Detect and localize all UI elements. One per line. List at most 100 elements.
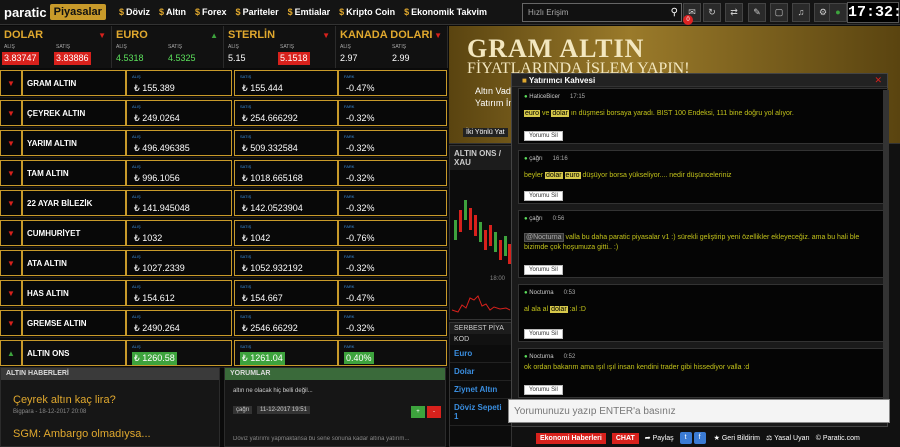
- gold-row[interactable]: ▼ GRAM ALTIN ALIŞ ₺ 155.389 SATIŞ ₺ 155.44…: [0, 68, 448, 98]
- gold-row[interactable]: ▼ HAS ALTIN ALIŞ ₺ 154.612 SATIŞ ₺ 154.667…: [0, 278, 448, 308]
- delete-comment-button[interactable]: Yorumu Sil: [524, 191, 563, 201]
- nav-item-2[interactable]: $ Forex: [195, 7, 227, 17]
- keyword-tag[interactable]: euro: [564, 172, 581, 179]
- serbest-row[interactable]: Ziynet Altın: [450, 381, 511, 399]
- fullscreen-icon[interactable]: ▢: [770, 3, 788, 22]
- satis-label: SATIŞ: [56, 44, 71, 50]
- lira-symbol: ₺: [134, 323, 140, 333]
- keyword-tag[interactable]: dolar: [551, 110, 569, 117]
- share-icon: ➦: [644, 435, 651, 442]
- site-link[interactable]: © Paratic.com: [816, 435, 860, 442]
- feedback-button[interactable]: ★ Geri Bildirim: [714, 434, 760, 442]
- serbest-row[interactable]: Dolar: [450, 363, 511, 381]
- pencil-icon[interactable]: ✎: [748, 3, 766, 22]
- message-text-part: al ala al: [524, 306, 551, 313]
- gold-row[interactable]: ▼ 22 AYAR BİLEZİK ALIŞ ₺ 141.945048 SATIŞ…: [0, 188, 448, 218]
- satis-number: 1261.04: [250, 353, 283, 363]
- search-input[interactable]: Hızlı Erişim ⚲: [522, 3, 682, 22]
- news-title-2[interactable]: SGM: Ambargo olmadıysa...: [1, 418, 219, 440]
- nav-item-6[interactable]: $ Ekonomik Takvim: [404, 7, 487, 17]
- row-fark-cell: FARK -0.47%: [338, 280, 447, 306]
- row-alis-cell: ALIŞ ₺ 496.496385: [126, 130, 232, 156]
- like-button[interactable]: +: [411, 406, 425, 418]
- nav-item-1[interactable]: $ Altın: [159, 7, 186, 17]
- message-time: 17:15: [569, 94, 585, 100]
- candle: [499, 240, 502, 260]
- logo[interactable]: paratic Piyasalar: [0, 0, 110, 25]
- nav-label: Kripto Coin: [346, 7, 396, 17]
- user-icon: ●: [524, 354, 528, 360]
- message-list[interactable]: ● HaticeBicer 17:15 euro ve dolar ın düşm…: [512, 88, 889, 400]
- swap-icon[interactable]: ⇄: [725, 3, 743, 22]
- gold-row[interactable]: ▼ GREMSE ALTIN ALIŞ ₺ 2490.264 SATIŞ ₺ 254…: [0, 308, 448, 338]
- legal-button[interactable]: ⚖ Yasal Uyarı: [766, 434, 810, 442]
- chat-input[interactable]: Yorumunuzu yazıp ENTER'a basınız: [508, 399, 890, 423]
- chart-icon: $: [195, 7, 201, 17]
- close-icon[interactable]: ✕: [874, 75, 882, 86]
- currency-card[interactable]: KANADA DOLARI ▼ ALIŞ SATIŞ 2.97 2.99: [336, 26, 448, 68]
- fark-label: FARK: [344, 254, 355, 259]
- alis-number: 996.1056: [142, 173, 180, 183]
- fark-value: -0.76%: [346, 233, 375, 243]
- delete-comment-button[interactable]: Yorumu Sil: [524, 131, 563, 141]
- message-text-part: valla bu daha paratic piyasalar v1 :) sü…: [524, 234, 860, 251]
- satis-value: ₺ 1261.04: [240, 352, 285, 365]
- alis-label: ALIŞ: [132, 164, 141, 169]
- delete-comment-button[interactable]: Yorumu Sil: [524, 265, 563, 275]
- satis-number: 1042: [250, 233, 271, 243]
- sound-icon[interactable]: ♫: [792, 3, 810, 22]
- row-alis-cell: ALIŞ ₺ 141.945048: [126, 190, 232, 216]
- gold-row[interactable]: ▼ TAM ALTIN ALIŞ ₺ 996.1056 SATIŞ ₺ 1018.6…: [0, 158, 448, 188]
- keyword-tag[interactable]: euro: [524, 110, 541, 117]
- calendar-icon: $: [404, 7, 410, 17]
- gold-row[interactable]: ▼ YARIM ALTIN ALIŞ ₺ 496.496385 SATIŞ ₺ 50…: [0, 128, 448, 158]
- lira-symbol: ₺: [134, 143, 140, 153]
- delete-comment-button[interactable]: Yorumu Sil: [524, 385, 563, 395]
- fark-label: FARK: [344, 344, 355, 349]
- gold-row[interactable]: ▼ ATA ALTIN ALIŞ ₺ 1027.2339 SATIŞ ₺ 1052.…: [0, 248, 448, 278]
- currency-name: STERLİN: [228, 29, 276, 41]
- mention[interactable]: @Nocturna: [524, 233, 564, 242]
- twitter-icon[interactable]: t: [679, 432, 694, 444]
- nav-item-3[interactable]: $ Pariteler: [236, 7, 279, 17]
- message-time: 0:53: [563, 290, 576, 296]
- chat-scrollbar[interactable]: [883, 90, 889, 416]
- news-button[interactable]: Ekonomi Haberleri: [536, 432, 606, 444]
- serbest-row[interactable]: Döviz Sepeti 1: [450, 399, 511, 426]
- nav-item-4[interactable]: $ Emtialar: [288, 7, 331, 17]
- facebook-icon[interactable]: f: [693, 432, 708, 444]
- lira-symbol: ₺: [134, 113, 140, 123]
- delete-comment-button[interactable]: Yorumu Sil: [524, 329, 563, 339]
- gold-row[interactable]: ▲ ALTIN ONS ALIŞ ₺ 1260.58 SATIŞ ₺ 1261.04…: [0, 338, 448, 368]
- row-name-cell: CUMHURİYET: [22, 220, 126, 246]
- keyword-tag[interactable]: dolar: [550, 306, 568, 313]
- satis-value: 2.99: [392, 53, 410, 63]
- gold-name: 22 AYAR BİLEZİK: [27, 199, 93, 208]
- row-alis-cell: ALIŞ ₺ 1027.2339: [126, 250, 232, 276]
- currency-card[interactable]: STERLİN ▼ ALIŞ SATIŞ 5.15 5.1518: [224, 26, 336, 68]
- message-author: ● HaticeBicer 17:15: [524, 94, 585, 100]
- candle: [494, 232, 497, 252]
- refresh-icon[interactable]: ↻: [703, 3, 721, 22]
- row-arrow-cell: ▼: [0, 100, 22, 126]
- gold-row[interactable]: ▼ ÇEYREK ALTIN ALIŞ ₺ 249.0264 SATIŞ ₺ 254…: [0, 98, 448, 128]
- currency-card[interactable]: EURO ▲ ALIŞ SATIŞ 4.5318 4.5325: [112, 26, 224, 68]
- currency-card[interactable]: DOLAR ▼ ALIŞ SATIŞ 3.83747 3.83886: [0, 26, 112, 68]
- fark-label: FARK: [344, 314, 355, 319]
- alis-label: ALIŞ: [132, 194, 141, 199]
- nav-item-0[interactable]: $ Döviz: [119, 7, 150, 17]
- dislike-button[interactable]: -: [427, 406, 441, 418]
- serbest-row[interactable]: Euro: [450, 345, 511, 363]
- user-icon[interactable]: ●: [829, 3, 847, 22]
- chat-button[interactable]: CHAT: [611, 432, 639, 444]
- chat-title: ■ Yatırımcı Kahvesi: [512, 74, 887, 87]
- row-arrow-cell: ▼: [0, 250, 22, 276]
- keyword-tag[interactable]: dolar: [545, 172, 563, 179]
- share-button[interactable]: ➦ Paylaş: [645, 434, 674, 442]
- nav-item-5[interactable]: $ Kripto Coin: [339, 7, 395, 17]
- footer-bar: Ekonomi Haberleri CHAT ➦ Paylaş t f ★ Ge…: [530, 429, 900, 447]
- search-placeholder: Hızlı Erişim: [528, 8, 569, 17]
- gold-row[interactable]: ▼ CUMHURİYET ALIŞ ₺ 1032 SATIŞ ₺ 1042 FARK…: [0, 218, 448, 248]
- news-title[interactable]: Çeyrek altın kaç lira?: [1, 380, 219, 406]
- chat-icon: ■: [522, 76, 527, 85]
